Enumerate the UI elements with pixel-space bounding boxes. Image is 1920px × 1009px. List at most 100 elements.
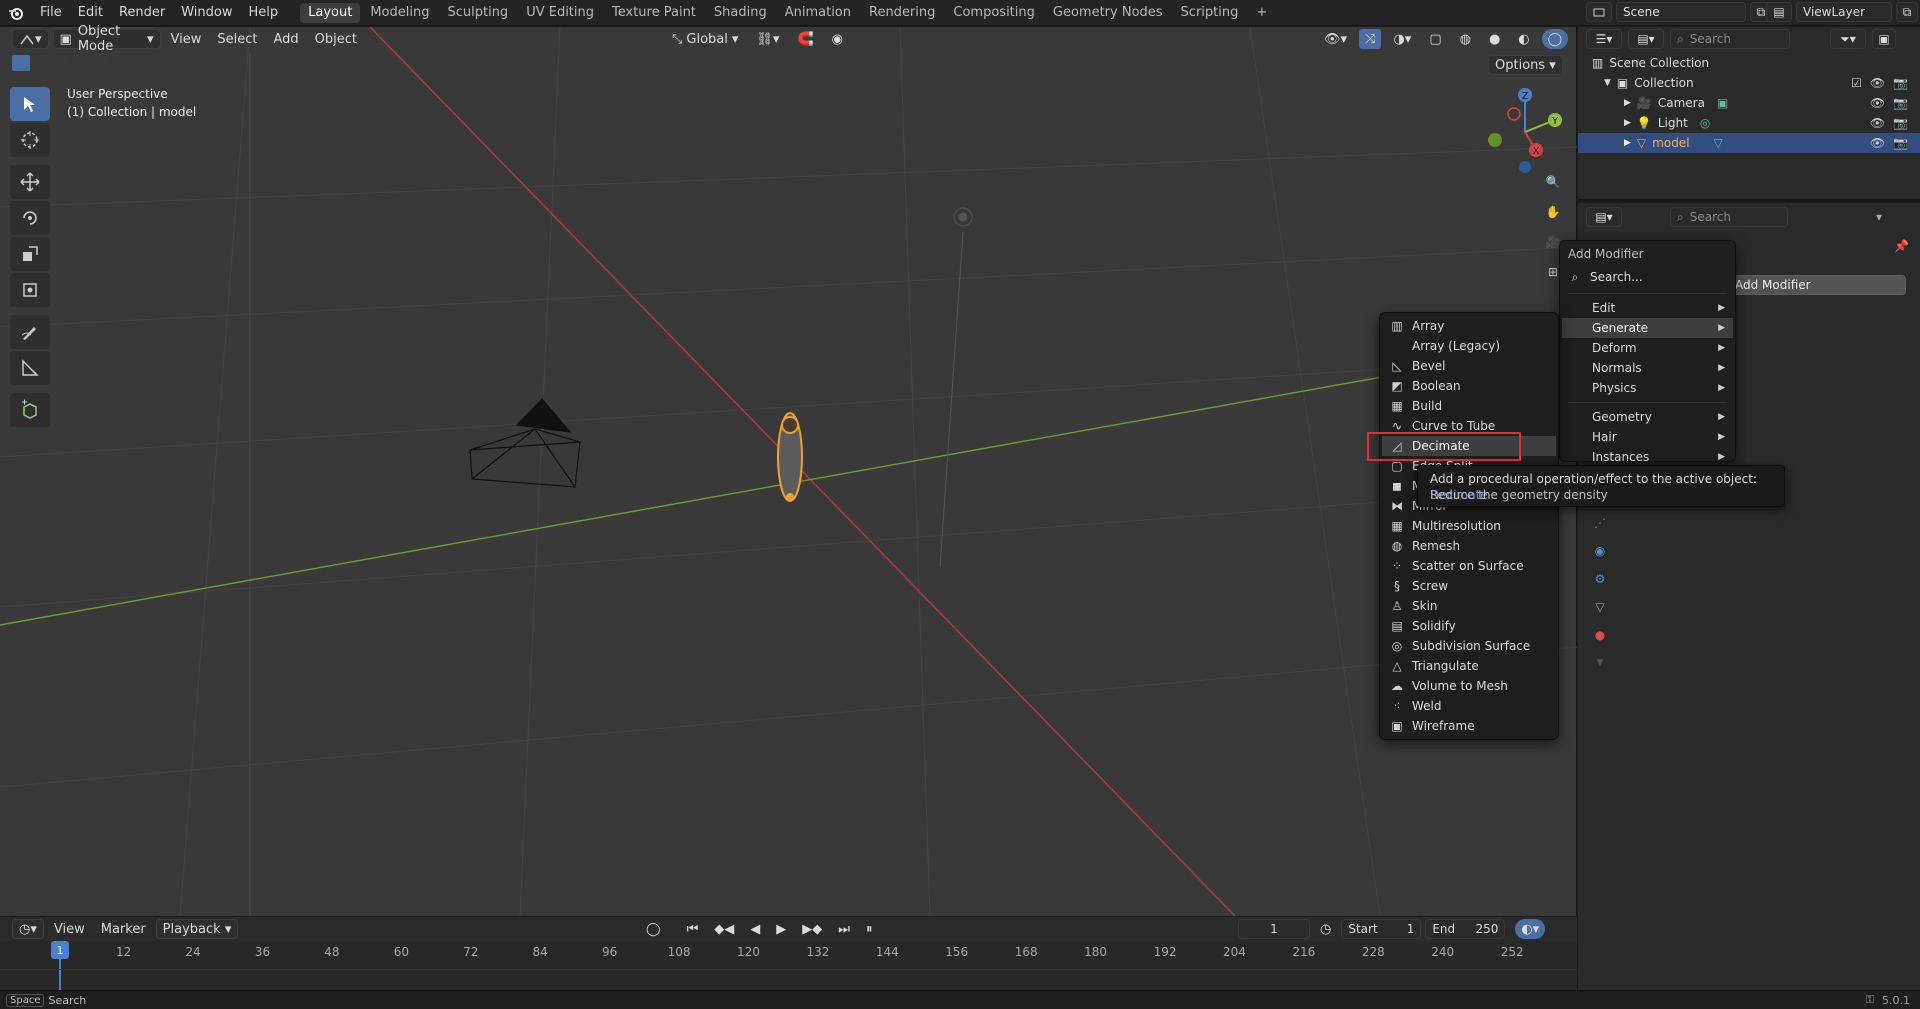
rotate-icon[interactable] [10,201,50,235]
tab-rendering[interactable]: Rendering [861,3,943,23]
select-invert-icon[interactable] [72,55,90,71]
modifier-item-volume-to-mesh[interactable]: ☁ Volume to Mesh [1382,676,1556,696]
pivot-icon[interactable]: ⛓▾ [750,29,785,49]
chevron-right-icon[interactable]: ▶ [1624,138,1631,148]
menu-file[interactable]: File [32,1,70,25]
category-normals[interactable]: Normals ▶ [1562,358,1733,378]
modifier-item-scatter-on-surface[interactable]: ⁘ Scatter on Surface [1382,556,1556,576]
playback-dropdown[interactable]: Playback ▾ [155,919,239,939]
outliner-search-input[interactable]: ⌕ Search [1670,29,1790,49]
auto-keying-icon[interactable]: ⏸ [860,919,879,939]
scene-field[interactable]: Scene [1616,2,1746,22]
tab-sculpting[interactable]: Sculpting [439,3,516,23]
transform-orientation-dropdown[interactable]: ⤡ Global ▾ [666,29,744,49]
rendered-shading-icon[interactable]: ◯ [1541,29,1569,49]
category-instances[interactable]: Instances ▶ [1562,447,1733,467]
scale-icon[interactable] [10,237,50,271]
select-intersect-icon[interactable] [92,55,110,71]
jump-start-icon[interactable]: ⏮ [681,919,705,939]
new-collection-icon[interactable]: ▣ [1872,29,1896,49]
modifier-item-array[interactable]: ▥ Array [1382,316,1556,336]
modifier-item-weld[interactable]: ⁖ Weld [1382,696,1556,716]
properties-search-input[interactable]: ⌕ Search [1670,207,1788,227]
physics-tab-icon[interactable]: ◉ [1590,541,1610,561]
play-reverse-icon[interactable]: ◀ [744,919,766,939]
timeline-ruler[interactable]: 12 24 36 48 60 72 84 96 108 120 132 144 156 168 180 192… [0,941,1577,990]
chevron-right-icon[interactable]: ▶ [1624,118,1631,128]
modifier-item-boolean[interactable]: ◩ Boolean [1382,376,1556,396]
scene-icon[interactable] [1586,2,1612,22]
select-box-icon[interactable] [10,87,50,121]
overlay-toggle-icon[interactable]: ◑▾ [1387,29,1417,49]
tab-modeling[interactable]: Modeling [362,3,437,23]
snap-icon[interactable]: 🧲 [791,29,819,49]
menu-render[interactable]: Render [111,1,173,25]
xray-icon[interactable]: ▢ [1423,29,1447,49]
end-frame-field[interactable]: End 250 [1425,919,1506,939]
editor-type-icon[interactable]: ▾ [12,29,49,49]
category-generate[interactable]: Generate ▶ [1562,318,1733,338]
checkbox-icon[interactable]: ☑ [1851,76,1862,90]
modifier-item-build[interactable]: ▦ Build [1382,396,1556,416]
tab-geometry-nodes[interactable]: Geometry Nodes [1045,3,1171,23]
properties-editor-icon[interactable]: ▤▾ [1586,207,1622,227]
select-new-icon[interactable] [12,55,30,71]
eye-icon[interactable]: 👁 [1870,76,1885,90]
solid-shading-icon[interactable]: ● [1483,29,1506,49]
play-icon[interactable]: ▶ [770,919,792,939]
pin-icon[interactable]: 📌 [1894,239,1909,253]
current-frame-field[interactable]: 1 [1238,919,1310,939]
outliner-item-camera[interactable]: ▶ 🎥 Camera ▣ 👁 📷 [1578,93,1920,113]
pan-hand-icon[interactable]: ✋ [1540,199,1566,225]
category-physics[interactable]: Physics ▶ [1562,378,1733,398]
outliner-item-light[interactable]: ▶ 💡 Light ◎ 👁 📷 [1578,113,1920,133]
transform-icon[interactable] [10,273,50,307]
viewlayer-field[interactable]: ViewLayer [1796,2,1892,22]
menu-help[interactable]: Help [241,1,287,25]
modifier-item-skin[interactable]: ♙ Skin [1382,596,1556,616]
tab-uv-editing[interactable]: UV Editing [518,3,602,23]
options-dropdown[interactable]: Options ▾ [1488,55,1563,75]
timeline-menu-view[interactable]: View [48,919,91,939]
category-edit[interactable]: Edit ▶ [1562,298,1733,318]
category-geometry[interactable]: Geometry ▶ [1562,407,1733,427]
visibility-icon[interactable]: 👁▾ [1318,29,1353,49]
navigation-gizmo[interactable]: Z Y X [1480,87,1570,177]
move-icon[interactable] [10,165,50,199]
render-camera-icon[interactable]: 📷 [1893,136,1908,150]
eye-icon[interactable]: 👁 [1870,96,1885,110]
next-keyframe-icon[interactable]: ▶◆ [796,919,828,939]
prev-keyframe-icon[interactable]: ◆◀ [708,919,740,939]
chevron-down-icon[interactable]: ▼ [1590,653,1610,673]
record-icon[interactable]: ◯ [640,919,667,939]
menu-view[interactable]: View [165,29,208,49]
material-shading-icon[interactable]: ◐ [1512,29,1535,49]
render-camera-icon[interactable]: 📷 [1893,96,1908,110]
cursor-icon[interactable] [10,123,50,157]
timeline-editor-icon[interactable]: ◷▾ [12,919,44,939]
view-sync-icon[interactable]: ◐▾ [1515,919,1546,939]
eye-icon[interactable]: 👁 [1870,116,1885,130]
particles-tab-icon[interactable]: ⋰ [1590,513,1610,533]
render-camera-icon[interactable]: 📷 [1893,76,1908,90]
menu-select[interactable]: Select [211,29,263,49]
annotate-icon[interactable] [10,315,50,349]
category-hair[interactable]: Hair ▶ [1562,427,1733,447]
eye-icon[interactable]: 👁 [1870,136,1885,150]
outliner-item-model[interactable]: ▶ ▽ model ▽ 👁 📷 [1578,133,1920,153]
select-extend-icon[interactable] [32,55,50,71]
chevron-down-icon[interactable]: ▾ [1876,210,1882,224]
modifier-item-solidify[interactable]: ▤ Solidify [1382,616,1556,636]
zoom-icon[interactable]: 🔍 [1540,169,1566,195]
menu-add[interactable]: Add [268,29,305,49]
menu-object[interactable]: Object [309,29,363,49]
mode-dropdown[interactable]: ▣ Object Mode ▾ [52,24,161,54]
add-workspace-button[interactable]: + [1248,3,1275,23]
data-tab-icon[interactable]: ▽ [1590,597,1610,617]
material-tab-icon[interactable]: ● [1590,625,1610,645]
chevron-down-icon[interactable]: ▼ [1604,78,1611,88]
timeline-menu-marker[interactable]: Marker [95,919,152,939]
select-subtract-icon[interactable] [52,55,70,71]
tab-scripting[interactable]: Scripting [1173,3,1247,23]
display-mode-icon[interactable]: ▤▾ [1628,29,1664,49]
